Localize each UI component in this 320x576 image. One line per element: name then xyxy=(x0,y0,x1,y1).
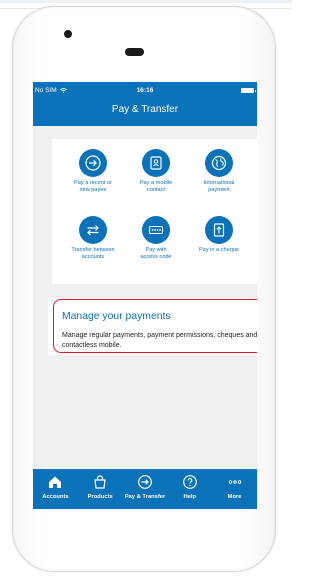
tab-help[interactable]: Help xyxy=(167,469,213,509)
pay-recent-payee-button[interactable]: Pay a recent or new payee xyxy=(62,149,124,194)
international-payment-button[interactable]: International payment xyxy=(188,149,250,194)
action-label-line2: access code xyxy=(140,254,172,260)
action-label-line2: contact xyxy=(146,187,166,193)
status-bar: No SIM 16:16 xyxy=(33,82,257,99)
tab-label: More xyxy=(227,494,242,500)
pay-mobile-contact-button[interactable]: Pay a mobile contact xyxy=(125,149,187,194)
tab-label: Accounts xyxy=(42,494,69,500)
pay-transfer-icon xyxy=(123,474,168,490)
home-icon xyxy=(33,474,78,490)
payment-actions-card: Pay a recent or new payee Pay a mobile c… xyxy=(52,139,257,284)
cheque-icon xyxy=(205,216,233,244)
contact-card-icon xyxy=(142,149,170,177)
tab-pay-transfer[interactable]: Pay & Transfer xyxy=(122,469,168,509)
transfer-arrows-icon xyxy=(79,216,107,244)
tab-accounts[interactable]: Accounts xyxy=(33,469,78,509)
action-label-line1: Transfer between xyxy=(71,247,115,253)
tab-products[interactable]: Products xyxy=(77,469,123,509)
manage-payments-button[interactable]: Manage your payments Manage regular paym… xyxy=(53,299,257,353)
pay-with-access-code-button[interactable]: Pay with access code xyxy=(125,216,187,261)
tab-more[interactable]: More xyxy=(212,469,257,509)
action-label-line1: Pay with xyxy=(145,247,167,253)
action-label: Pay with access code xyxy=(125,247,187,261)
action-label-line1: Pay a recent or xyxy=(74,180,112,186)
speaker-grille-icon xyxy=(125,48,144,56)
action-label: International payment xyxy=(188,180,250,194)
manage-payments-title: Manage your payments xyxy=(62,311,171,322)
action-label-line2: new payee xyxy=(79,187,107,193)
app-screen: No SIM 16:16 Pay & Transfer Pay a recent… xyxy=(33,82,257,509)
app-header: No SIM 16:16 Pay & Transfer xyxy=(33,82,257,126)
shopping-bag-icon xyxy=(78,474,123,490)
help-icon xyxy=(167,474,212,490)
action-label-line1: Pay a mobile xyxy=(139,180,173,186)
tab-label: Help xyxy=(183,494,197,500)
status-time: 16:16 xyxy=(136,87,154,94)
action-label-line2: payment xyxy=(208,187,230,193)
manage-payments-description: Manage regular payments, payment permiss… xyxy=(62,332,257,349)
arrow-circle-right-icon xyxy=(79,149,107,177)
manage-payments-card: Manage your payments Manage regular paym… xyxy=(48,298,257,355)
front-camera-icon xyxy=(64,30,72,38)
action-label: Transfer between accounts xyxy=(62,247,124,261)
action-label: Pay a mobile contact xyxy=(125,180,187,194)
tab-label: Products xyxy=(87,494,113,500)
pay-in-cheque-button[interactable]: Pay in a cheque xyxy=(188,216,250,254)
more-dots-icon xyxy=(212,474,257,490)
battery-icon xyxy=(241,88,256,93)
globe-icon xyxy=(205,149,233,177)
phone-frame: No SIM 16:16 Pay & Transfer Pay a recent… xyxy=(12,6,276,572)
page-title: Pay & Transfer xyxy=(111,104,179,115)
background-line xyxy=(0,0,292,3)
action-label-line1: Pay in a cheque xyxy=(198,247,240,253)
tab-label: Pay & Transfer xyxy=(124,494,166,500)
access-code-icon xyxy=(142,216,170,244)
action-label: Pay a recent or new payee xyxy=(62,180,124,194)
action-label-line1: International xyxy=(203,180,235,186)
action-label: Pay in a cheque xyxy=(188,247,250,254)
transfer-between-accounts-button[interactable]: Transfer between accounts xyxy=(62,216,124,261)
action-label-line2: accounts xyxy=(81,254,105,260)
